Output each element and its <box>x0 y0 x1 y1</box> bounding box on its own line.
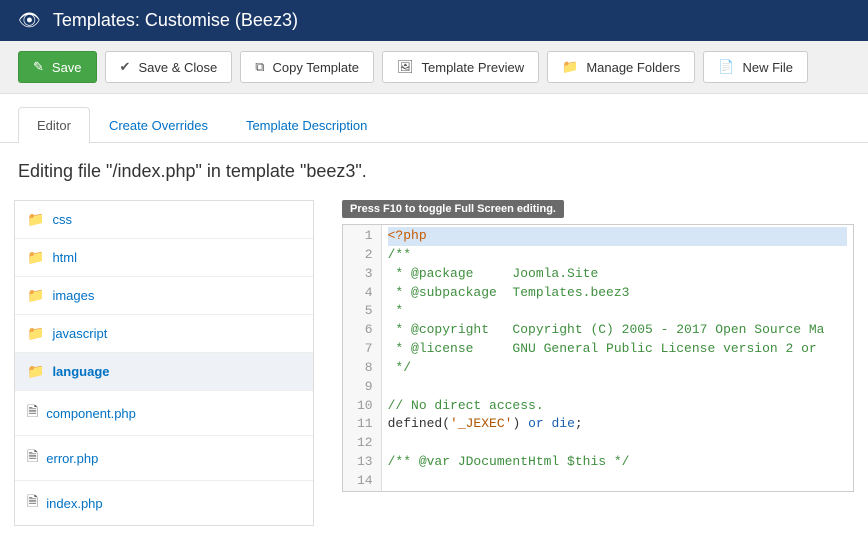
page-header: 👁 Templates: Customise (Beez3) <box>0 0 868 41</box>
code-line[interactable]: */ <box>388 359 847 378</box>
save-close-label: Save & Close <box>138 60 217 75</box>
folder-label: images <box>52 288 94 303</box>
template-preview-button[interactable]: 🖼 Template Preview <box>382 51 539 83</box>
check-icon: ✔ <box>120 59 131 75</box>
code-line[interactable]: * <box>388 302 847 321</box>
folder-label: html <box>52 250 77 265</box>
tab-template-description[interactable]: Template Description <box>227 107 386 143</box>
line-number: 14 <box>357 472 373 491</box>
line-number: 6 <box>357 321 373 340</box>
line-number: 9 <box>357 378 373 397</box>
folder-label: language <box>52 364 109 379</box>
file-label: error.php <box>46 451 98 466</box>
line-number: 15 <box>357 491 373 492</box>
tab-create-overrides[interactable]: Create Overrides <box>90 107 227 143</box>
folder-icon: 📁 <box>27 249 44 266</box>
eye-icon: 👁 <box>18 10 41 31</box>
tab-editor[interactable]: Editor <box>18 107 90 143</box>
folder-icon: 📁 <box>562 59 578 75</box>
save-close-button[interactable]: ✔ Save & Close <box>105 51 233 83</box>
file-icon: 🗎 <box>27 446 38 470</box>
apply-icon: ✎ <box>33 59 44 75</box>
folder-icon: 📁 <box>27 325 44 342</box>
line-number: 12 <box>357 434 373 453</box>
file-label: index.php <box>46 496 102 511</box>
editing-file-heading: Editing file "/index.php" in template "b… <box>0 143 868 200</box>
folder-label: javascript <box>52 326 107 341</box>
code-line[interactable]: * @copyright Copyright (C) 2005 - 2017 O… <box>388 321 847 340</box>
line-gutter: 1234567891011121314151617 <box>343 225 382 491</box>
code-line[interactable]: * @package Joomla.Site <box>388 265 847 284</box>
line-number: 1 <box>357 227 373 246</box>
line-number: 3 <box>357 265 373 284</box>
line-number: 8 <box>357 359 373 378</box>
code-line[interactable] <box>388 378 847 397</box>
manage-folders-label: Manage Folders <box>586 60 680 75</box>
file-node-error-php[interactable]: 🗎 error.php <box>15 436 313 481</box>
save-button[interactable]: ✎ Save <box>18 51 97 83</box>
code-line[interactable]: * @subpackage Templates.beez3 <box>388 284 847 303</box>
file-label: component.php <box>46 406 136 421</box>
folder-icon: 📁 <box>27 287 44 304</box>
folder-icon: 📁 <box>27 363 44 380</box>
file-icon: 🗎 <box>27 491 38 515</box>
copy-template-label: Copy Template <box>273 60 359 75</box>
folder-label: css <box>52 212 72 227</box>
folder-node-images[interactable]: 📁 images <box>15 277 313 315</box>
code-line[interactable]: * @license GNU General Public License ve… <box>388 340 847 359</box>
new-file-button[interactable]: 📄 New File <box>703 51 808 83</box>
new-file-label: New File <box>742 60 793 75</box>
code-line[interactable] <box>388 472 847 491</box>
line-number: 4 <box>357 284 373 303</box>
tabs: Editor Create Overrides Template Descrip… <box>0 94 868 143</box>
code-body[interactable]: <?php/** * @package Joomla.Site * @subpa… <box>382 225 853 491</box>
code-line[interactable]: defined('_JEXEC') or die; <box>388 415 847 434</box>
code-line[interactable] <box>388 434 847 453</box>
line-number: 13 <box>357 453 373 472</box>
folder-node-css[interactable]: 📁 css <box>15 201 313 239</box>
code-editor[interactable]: 1234567891011121314151617 <?php/** * @pa… <box>342 224 854 492</box>
file-node-index-php[interactable]: 🗎 index.php <box>15 481 313 525</box>
file-icon: 🗎 <box>27 401 38 425</box>
line-number: 2 <box>357 246 373 265</box>
image-icon: 🖼 <box>397 59 414 75</box>
content-area: 📁 css 📁 html 📁 images 📁 javascript 📁 language 🗎 com… <box>0 200 868 540</box>
code-line[interactable]: <?php <box>388 227 847 246</box>
code-line[interactable]: // No direct access. <box>388 397 847 416</box>
file-node-component-php[interactable]: 🗎 component.php <box>15 391 313 436</box>
line-number: 5 <box>357 302 373 321</box>
template-preview-label: Template Preview <box>422 60 525 75</box>
file-tree: 📁 css 📁 html 📁 images 📁 javascript 📁 language 🗎 com… <box>14 200 314 526</box>
folder-node-html[interactable]: 📁 html <box>15 239 313 277</box>
code-line[interactable]: /** <box>388 246 847 265</box>
file-icon: 📄 <box>718 59 734 75</box>
line-number: 11 <box>357 415 373 434</box>
page-title: Templates: Customise (Beez3) <box>53 10 298 31</box>
fullscreen-hint: Press F10 to toggle Full Screen editing. <box>342 200 564 218</box>
copy-icon: ⧉ <box>255 59 264 75</box>
folder-node-language[interactable]: 📁 language <box>15 353 313 391</box>
folder-node-javascript[interactable]: 📁 javascript <box>15 315 313 353</box>
save-label: Save <box>52 60 82 75</box>
copy-template-button[interactable]: ⧉ Copy Template <box>240 51 374 83</box>
code-line[interactable]: /** @var JDocumentHtml $this */ <box>388 453 847 472</box>
line-number: 7 <box>357 340 373 359</box>
manage-folders-button[interactable]: 📁 Manage Folders <box>547 51 695 83</box>
folder-icon: 📁 <box>27 211 44 228</box>
toolbar: ✎ Save ✔ Save & Close ⧉ Copy Template 🖼 … <box>0 41 868 94</box>
line-number: 10 <box>357 397 373 416</box>
editor-pane: Press F10 to toggle Full Screen editing.… <box>342 200 854 526</box>
